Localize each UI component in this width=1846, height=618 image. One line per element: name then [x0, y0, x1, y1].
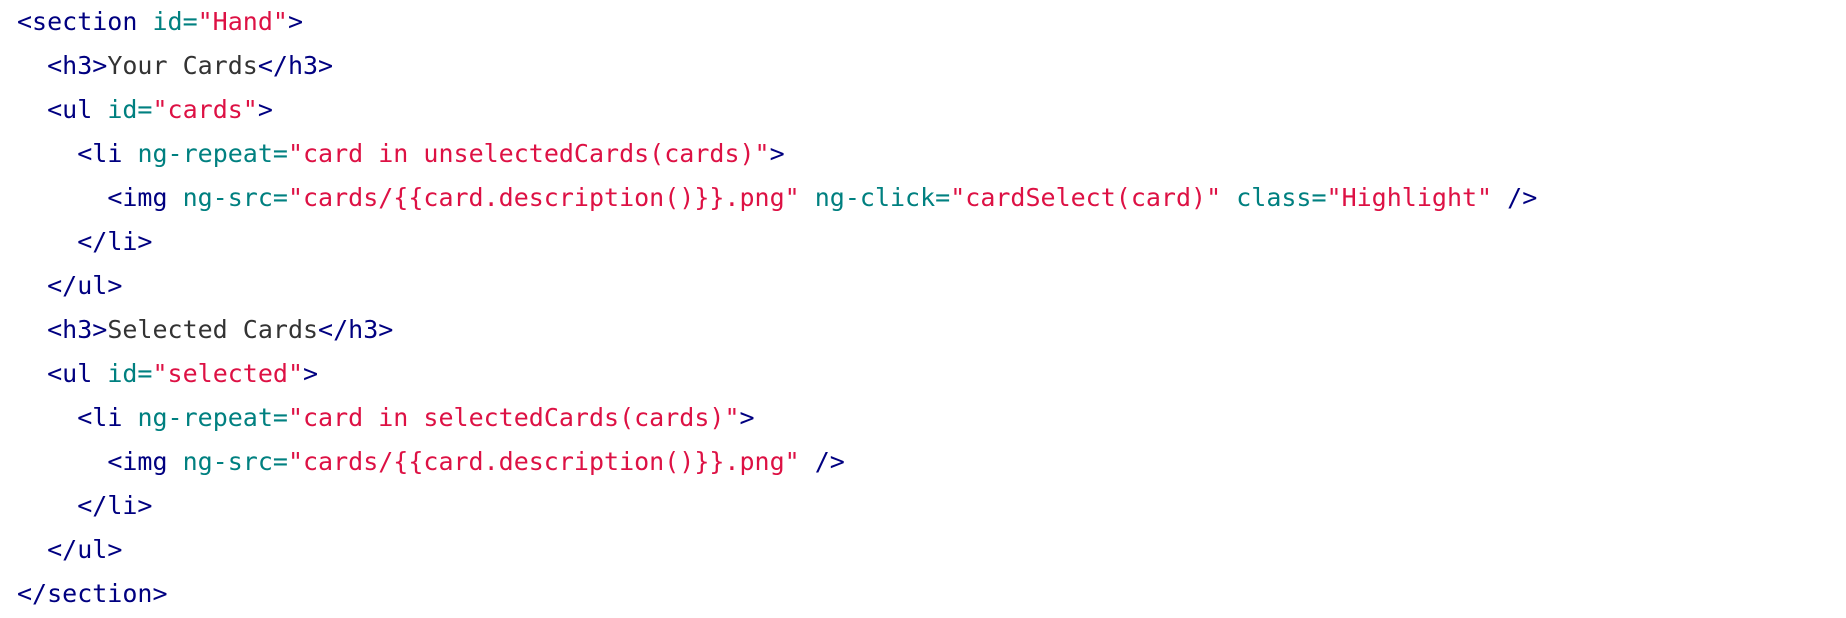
- code-tag-token: >: [769, 139, 785, 168]
- code-tag-token: <img: [107, 183, 183, 212]
- code-string-token: "Hand": [197, 7, 288, 36]
- code-line: <ul id="selected">: [17, 352, 1846, 396]
- code-line: <section id="Hand">: [17, 0, 1846, 44]
- code-tag-token: </h3>: [318, 315, 394, 344]
- code-string-token: "cardSelect(card)": [950, 183, 1222, 212]
- code-attribute-token: id=: [152, 7, 198, 36]
- code-tag-token: <li: [77, 403, 138, 432]
- code-tag-token: />: [1507, 183, 1538, 212]
- code-string-token: "cards/{{card.description()}}.png": [287, 447, 800, 476]
- code-tag-token: </section>: [17, 579, 168, 608]
- code-tag-token: <h3>: [47, 51, 108, 80]
- code-tag-token: <img: [107, 447, 183, 476]
- code-tag-token: >: [303, 359, 319, 388]
- code-string-token: "cards": [152, 95, 258, 124]
- code-string-token: "selected": [152, 359, 303, 388]
- code-attribute-token: ng-click=: [814, 183, 951, 212]
- code-line: </li>: [17, 220, 1846, 264]
- code-attribute-token: ng-repeat=: [137, 403, 288, 432]
- code-block: <section id="Hand"> <h3>Your Cards</h3> …: [17, 0, 1846, 616]
- code-tag-token: >: [739, 403, 755, 432]
- code-line: <h3>Selected Cards</h3>: [17, 308, 1846, 352]
- code-line: <img ng-src="cards/{{card.description()}…: [17, 176, 1846, 220]
- code-attribute-token: id=: [107, 359, 153, 388]
- code-line: </section>: [17, 572, 1846, 616]
- code-line: <h3>Your Cards</h3>: [17, 44, 1846, 88]
- code-attribute-token: ng-src=: [182, 447, 288, 476]
- code-string-token: "cards/{{card.description()}}.png": [287, 183, 800, 212]
- code-attribute-token: ng-repeat=: [137, 139, 288, 168]
- code-text-token: Selected Cards: [107, 315, 319, 344]
- code-line: <li ng-repeat="card in unselectedCards(c…: [17, 132, 1846, 176]
- code-viewer: <section id="Hand"> <h3>Your Cards</h3> …: [0, 0, 1846, 618]
- code-tag-token: >: [287, 7, 303, 36]
- code-tag-token: <section: [17, 7, 153, 36]
- code-tag-token: <ul: [47, 359, 108, 388]
- code-tag-token: <ul: [47, 95, 108, 124]
- code-tag-token: <li: [77, 139, 138, 168]
- code-tag-token: <h3>: [47, 315, 108, 344]
- code-line: </ul>: [17, 264, 1846, 308]
- code-tag-token: </li>: [77, 227, 153, 256]
- code-line: <ul id="cards">: [17, 88, 1846, 132]
- code-attribute-token: id=: [107, 95, 153, 124]
- code-line: </li>: [17, 484, 1846, 528]
- code-tag-token: </h3>: [257, 51, 334, 80]
- code-string-token: "card in selectedCards(cards)": [287, 403, 740, 432]
- code-line: <img ng-src="cards/{{card.description()}…: [17, 440, 1846, 484]
- code-attribute-token: class=: [1236, 183, 1327, 212]
- code-string-token: "card in unselectedCards(cards)": [287, 139, 770, 168]
- code-line: </ul>: [17, 528, 1846, 572]
- code-tag-token: </ul>: [47, 271, 123, 300]
- code-tag-token: />: [814, 447, 845, 476]
- code-text-token: Your Cards: [107, 51, 258, 80]
- code-attribute-token: ng-src=: [182, 183, 288, 212]
- code-tag-token: </li>: [77, 491, 153, 520]
- code-tag-token: </ul>: [47, 535, 123, 564]
- code-tag-token: >: [257, 95, 273, 124]
- code-line: <li ng-repeat="card in selectedCards(car…: [17, 396, 1846, 440]
- code-string-token: "Highlight": [1326, 183, 1493, 212]
